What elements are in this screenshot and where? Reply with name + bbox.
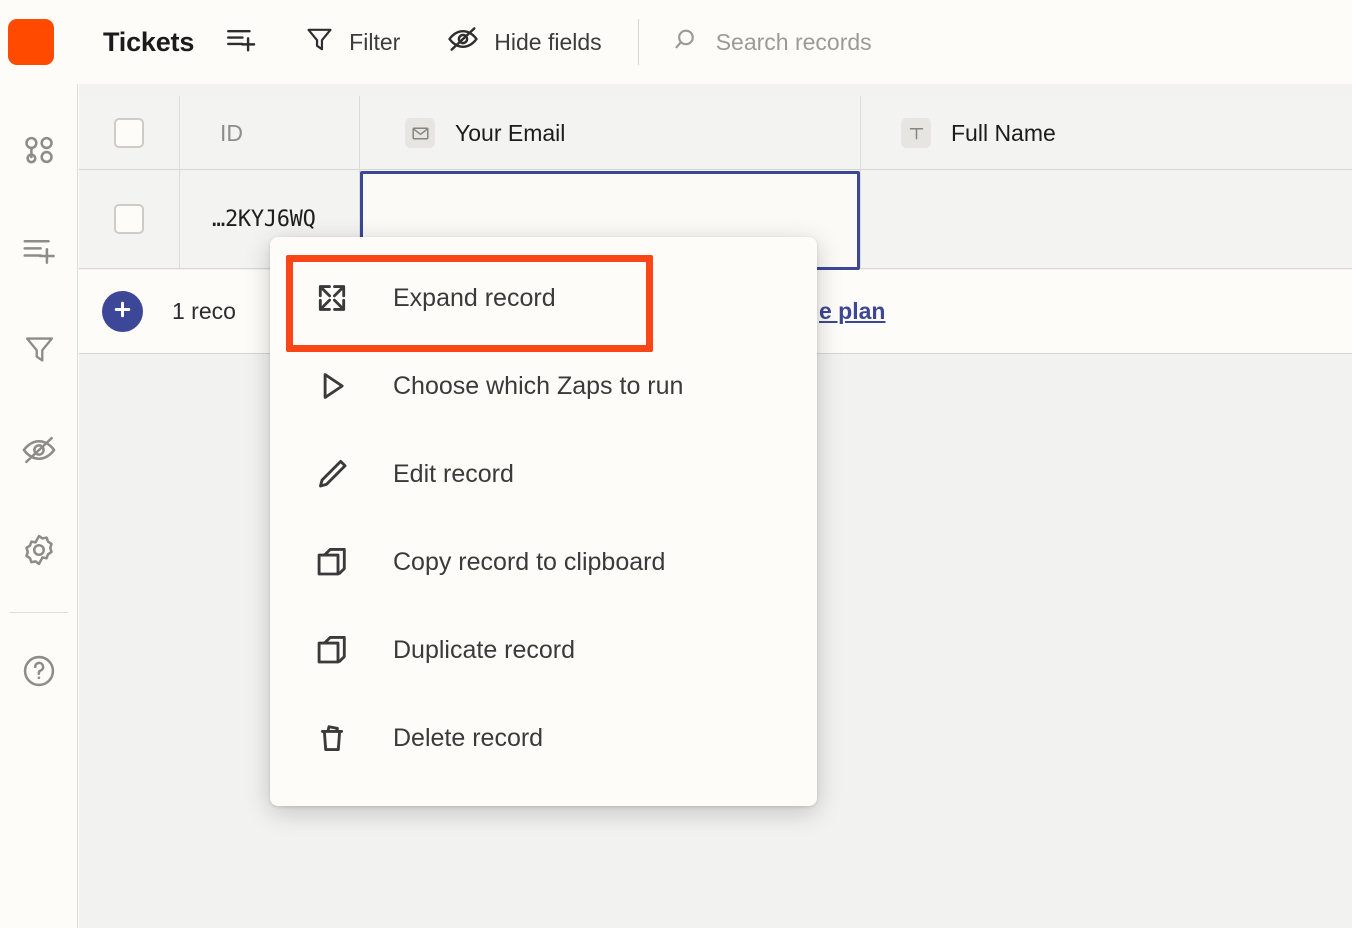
- column-header-full-name[interactable]: Full Name: [861, 96, 1352, 170]
- context-menu-item-expand-record-label: Expand record: [393, 283, 556, 312]
- filter-icon: [304, 24, 335, 61]
- select-all-header[interactable]: [79, 96, 180, 170]
- play-triangle-icon: [314, 368, 350, 404]
- app-logo[interactable]: [8, 19, 54, 65]
- toolbar-add-row-button[interactable]: [224, 22, 258, 62]
- context-menu-item-copy-record[interactable]: Copy record to clipboard: [270, 518, 817, 606]
- row-checkbox[interactable]: [114, 204, 144, 234]
- record-context-menu: Expand record Choose which Zaps to run E…: [270, 237, 817, 806]
- app-root: Tickets Filter Hide fields Search record…: [0, 0, 1352, 928]
- context-menu-item-copy-record-label: Copy record to clipboard: [393, 547, 666, 576]
- sidebar-item-settings[interactable]: [0, 526, 78, 578]
- context-menu-item-delete-record-label: Delete record: [393, 723, 544, 752]
- context-menu-item-choose-zaps-label: Choose which Zaps to run: [393, 371, 684, 400]
- toolbar-filter-label: Filter: [349, 28, 401, 55]
- column-header-id[interactable]: ID: [180, 96, 360, 170]
- context-menu-item-expand-record[interactable]: Expand record: [270, 254, 817, 342]
- eye-slash-icon: [446, 22, 480, 62]
- toolbar-hide-fields-button[interactable]: Hide fields: [446, 22, 602, 62]
- toolbar-filter-button[interactable]: Filter: [304, 24, 400, 61]
- left-sidebar: [0, 84, 78, 928]
- column-header-your-email-label: Your Email: [455, 119, 566, 146]
- context-menu-item-edit-record-label: Edit record: [393, 459, 514, 488]
- trash-icon: [314, 720, 350, 756]
- context-menu-item-choose-zaps[interactable]: Choose which Zaps to run: [270, 342, 817, 430]
- search-records-button[interactable]: Search records: [670, 25, 872, 59]
- copy-icon: [314, 544, 350, 580]
- pencil-icon: [314, 456, 350, 492]
- cell-full-name[interactable]: [861, 170, 1352, 268]
- add-record-button[interactable]: [102, 291, 143, 332]
- text-t-icon: [901, 118, 931, 148]
- context-menu-item-delete-record[interactable]: Delete record: [270, 694, 817, 782]
- envelope-icon: [405, 118, 435, 148]
- search-input[interactable]: Search records: [716, 29, 872, 56]
- add-row-icon: [20, 231, 58, 274]
- sidebar-item-apps[interactable]: [0, 126, 78, 178]
- grid-header-row: ID Your Email Full Name: [79, 96, 1352, 170]
- sidebar-item-help[interactable]: [0, 647, 78, 699]
- plus-icon: [111, 298, 134, 326]
- page-title: Tickets: [103, 26, 195, 57]
- context-menu-item-duplicate-record-label: Duplicate record: [393, 635, 576, 664]
- column-header-id-label: ID: [220, 119, 243, 146]
- gear-icon: [20, 531, 58, 574]
- duplicate-icon: [314, 632, 350, 668]
- toolbar-divider: [637, 19, 639, 65]
- column-header-full-name-label: Full Name: [951, 119, 1056, 146]
- sidebar-item-hide-fields[interactable]: [0, 426, 78, 478]
- toolbar-hide-fields-label: Hide fields: [494, 28, 602, 55]
- expand-arrows-icon: [314, 280, 350, 316]
- eye-slash-icon: [20, 431, 58, 474]
- sidebar-item-add-row[interactable]: [0, 226, 78, 278]
- question-circle-icon: [20, 652, 58, 695]
- top-toolbar: Tickets Filter Hide fields Search record…: [0, 0, 1352, 84]
- search-icon: [670, 25, 699, 59]
- sidebar-item-filter[interactable]: [0, 326, 78, 378]
- context-menu-item-duplicate-record[interactable]: Duplicate record: [270, 606, 817, 694]
- upgrade-plan-link[interactable]: e plan: [819, 298, 885, 325]
- select-all-checkbox[interactable]: [114, 118, 144, 148]
- cell-id-value: …2KYJ6WQ: [212, 206, 316, 232]
- sidebar-divider: [10, 612, 68, 613]
- column-header-your-email[interactable]: Your Email: [360, 96, 861, 170]
- record-count-label: 1 reco: [172, 298, 236, 324]
- apps-grid-icon: [20, 131, 58, 174]
- row-select-cell[interactable]: [79, 170, 180, 268]
- filter-icon: [22, 332, 57, 372]
- context-menu-item-edit-record[interactable]: Edit record: [270, 430, 817, 518]
- add-row-icon: [224, 22, 258, 62]
